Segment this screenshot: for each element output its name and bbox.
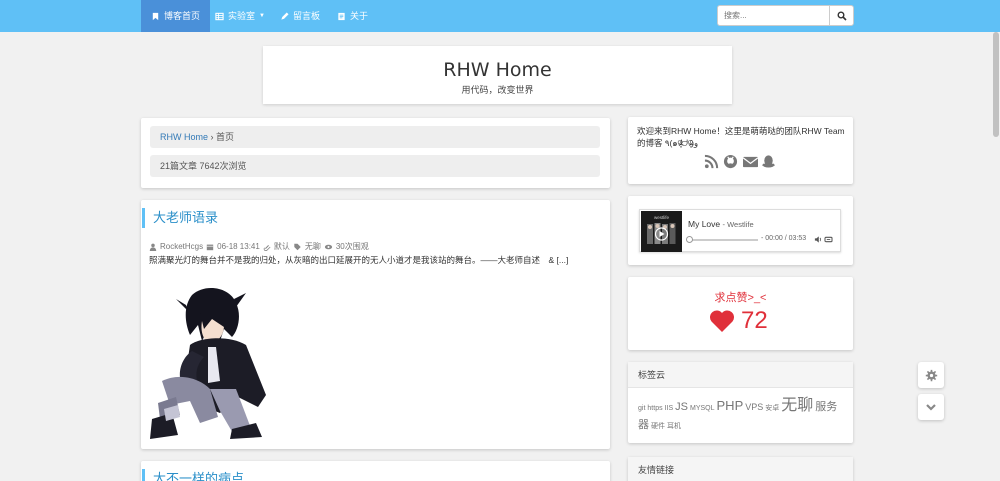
welcome-text: 欢迎来到RHW Home！这里是萌萌哒的团队RHW Team的博客 ٩(๑ᵒ̴̶… xyxy=(637,126,845,148)
site-subtitle: 用代码，改变世界 xyxy=(461,85,534,95)
bookmark-icon xyxy=(152,12,159,20)
post-author[interactable]: RocketHcgs xyxy=(160,242,203,251)
tag-link[interactable]: https xyxy=(647,405,662,412)
nav-item-label: 留言板 xyxy=(293,11,321,21)
tags-icon xyxy=(294,243,301,250)
tag-link[interactable]: JS xyxy=(675,401,688,413)
like-count: 72 xyxy=(741,307,768,334)
post-card: 大不一样的病点 xyxy=(141,461,610,481)
pencil-icon xyxy=(281,11,289,20)
friend-links-card: 友情链接 xyxy=(628,457,853,481)
tag-link[interactable]: 安卓 xyxy=(765,405,779,412)
nav-item-label: 关于 xyxy=(350,11,369,21)
post-tag[interactable]: 无聊 xyxy=(305,241,321,252)
tag-cloud: git https IIS JS MYSQL PHP VPS 安卓 无聊 服务器 硬件 耳机 xyxy=(638,398,845,435)
progress-bar[interactable] xyxy=(686,236,758,243)
github-icon[interactable] xyxy=(723,154,738,169)
site-title[interactable]: RHW Home xyxy=(263,59,732,81)
tag-link[interactable]: 耳机 xyxy=(667,423,681,430)
search-button[interactable] xyxy=(829,5,854,26)
post-excerpt: 照满聚光灯的舞台并不是我的归处，从灰暗的出口延展开的无人小道才是我该站的舞台。—… xyxy=(149,255,569,265)
nav-item-home[interactable]: 博客首页 xyxy=(141,0,211,32)
song-artist: Westlife xyxy=(727,220,754,229)
post-card: 大老师语录 RocketHcgs 06-18 13:41 默认 无聊 30次围观… xyxy=(141,200,610,449)
document-icon xyxy=(338,12,345,20)
tag-link[interactable]: 无聊 xyxy=(781,397,813,414)
scroll-down-button[interactable] xyxy=(918,394,944,420)
post-thumbnail-anime-character xyxy=(150,288,266,439)
tag-link[interactable]: 硬件 xyxy=(651,423,665,430)
gear-icon xyxy=(925,369,937,381)
post-title[interactable]: 大老师语录 xyxy=(142,208,218,228)
site-stats: 21篇文章 7642次浏览 xyxy=(150,155,600,177)
scrollbar-thumb[interactable] xyxy=(993,32,999,137)
tag-link[interactable]: MYSQL xyxy=(690,405,715,412)
search-icon xyxy=(837,11,847,21)
playback-time: - 00:00 / 03:53 xyxy=(761,235,806,242)
friend-links-title: 友情链接 xyxy=(628,457,853,481)
settings-button[interactable] xyxy=(918,362,944,388)
calendar-icon xyxy=(206,244,214,250)
qq-icon[interactable] xyxy=(761,154,776,169)
welcome-card: 欢迎来到RHW Home！这里是萌萌哒的团队RHW Team的博客 ٩(๑ᵒ̴̶… xyxy=(628,117,853,184)
progress-handle[interactable] xyxy=(686,236,693,243)
chevron-down-icon xyxy=(926,404,936,411)
breadcrumb-home-link[interactable]: RHW Home xyxy=(160,132,208,142)
playback-time-label: - 00:00 / 03:53 xyxy=(761,235,807,242)
post-meta: RocketHcgs 06-18 13:41 默认 无聊 30次围观 xyxy=(149,241,369,252)
nav-item-label: 实验室 xyxy=(228,11,256,21)
breadcrumb-separator: › xyxy=(210,132,214,142)
breadcrumb: RHW Home › 首页 xyxy=(150,126,600,148)
post-date: 06-18 13:41 xyxy=(217,242,260,251)
mail-icon[interactable] xyxy=(742,154,759,169)
search-input[interactable] xyxy=(717,5,829,26)
heart-icon[interactable] xyxy=(709,309,735,333)
post-views: 30次围观 xyxy=(335,242,369,251)
music-player: westlife My Love - Westlife - 00:00 / 03… xyxy=(639,209,841,252)
like-title: 求点赞>_< xyxy=(714,292,767,304)
user-icon xyxy=(149,243,157,251)
tag-link[interactable]: IIS xyxy=(665,405,674,412)
paperclip-icon xyxy=(263,244,271,251)
social-links xyxy=(704,154,776,169)
page-scrollbar[interactable] xyxy=(992,32,1000,481)
tag-cloud-title: 标签云 xyxy=(628,362,853,388)
song-title: My Love xyxy=(688,219,721,229)
album-cover[interactable]: westlife xyxy=(641,211,682,252)
loop-icon[interactable] xyxy=(824,236,833,243)
like-card: 求点赞>_< 72 xyxy=(628,277,853,350)
breadcrumb-current: 首页 xyxy=(216,132,235,142)
tag-link[interactable]: PHP xyxy=(717,398,744,413)
tag-link[interactable]: git xyxy=(638,405,645,412)
table-icon xyxy=(215,12,224,20)
tag-link[interactable]: VPS xyxy=(745,402,763,412)
nav-item-lab[interactable]: 实验室 ▼ xyxy=(205,0,275,32)
post-category[interactable]: 默认 xyxy=(274,241,290,252)
nav-item-about[interactable]: 关于 xyxy=(327,0,378,32)
nav-item-label: 博客首页 xyxy=(164,11,201,21)
breadcrumb-card: RHW Home › 首页 21篇文章 7642次浏览 xyxy=(141,118,610,188)
like-button[interactable]: 72 xyxy=(709,307,768,335)
tag-cloud-card: 标签云 git https IIS JS MYSQL PHP VPS 安卓 无聊 服务器 硬件 耳机 xyxy=(628,362,853,443)
eye-icon xyxy=(324,244,332,249)
music-player-card: westlife My Love - Westlife - 00:00 / 03… xyxy=(628,196,853,265)
top-navbar: 博客首页 实验室 ▼ 留言板 关于 xyxy=(0,0,1000,32)
svg-text:westlife: westlife xyxy=(654,215,670,220)
song-info: My Love - Westlife xyxy=(688,219,754,229)
search-bar xyxy=(717,5,854,26)
volume-icon[interactable] xyxy=(814,236,822,243)
rss-icon[interactable] xyxy=(704,154,719,169)
caret-down-icon: ▼ xyxy=(259,13,265,19)
site-header: RHW Home 用代码，改变世界 xyxy=(263,46,732,104)
post-title[interactable]: 大不一样的病点 xyxy=(142,469,244,481)
nav-item-guestbook[interactable]: 留言板 xyxy=(270,0,330,32)
